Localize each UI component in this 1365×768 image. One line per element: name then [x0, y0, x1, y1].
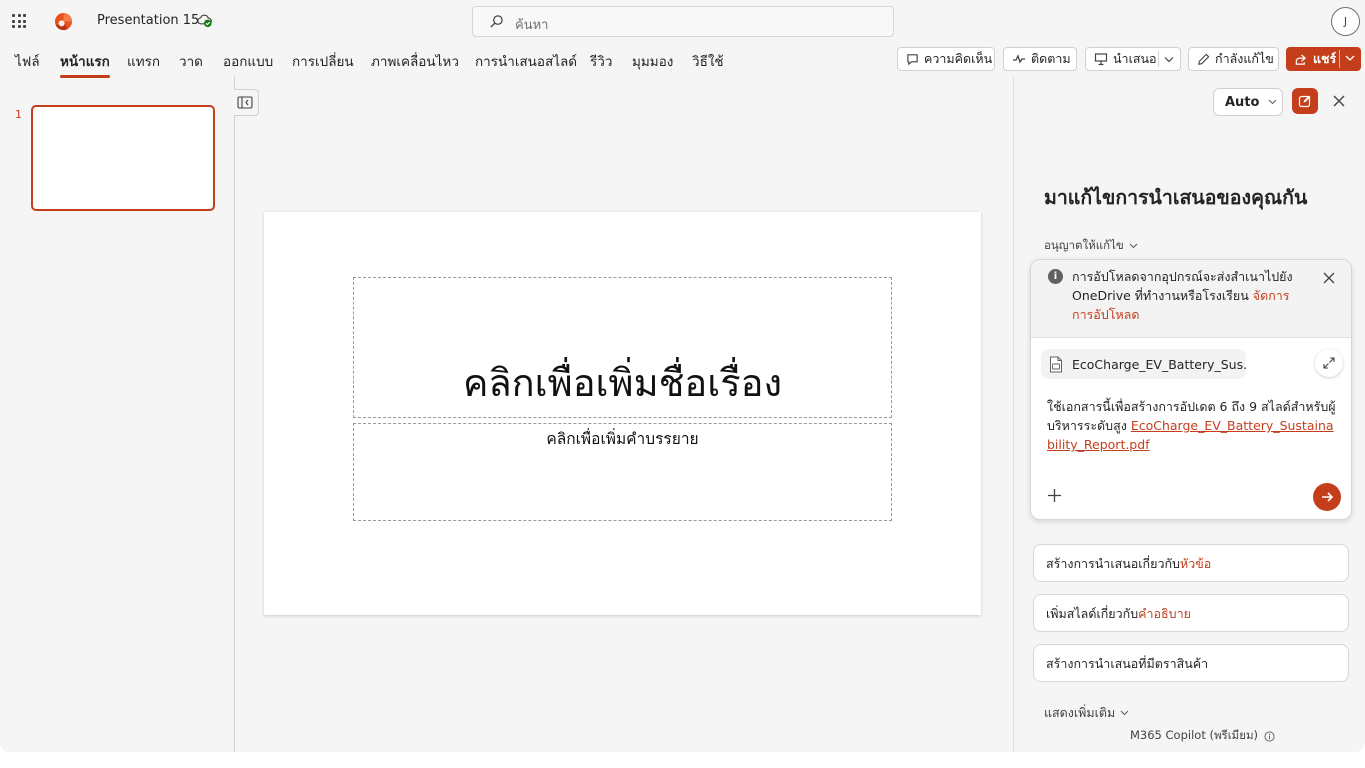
share-button[interactable]: แชร์: [1286, 47, 1361, 71]
show-more-button[interactable]: แสดงเพิ่มเติม: [1044, 703, 1129, 723]
tab-review[interactable]: รีวิว: [590, 50, 612, 72]
suggestion-text: เพิ่มสไลด์เกี่ยวกับ: [1046, 606, 1139, 621]
chevron-down-icon[interactable]: [1344, 51, 1356, 65]
ribbon: ไฟล์ หน้าแรก แทรก วาด ออกแบบ การเปลี่ยน …: [0, 42, 1365, 78]
footer-label: M365 Copilot (พรีเมียม): [1130, 728, 1259, 742]
mode-label: Auto: [1225, 94, 1260, 110]
info-circle-icon[interactable]: [1264, 730, 1275, 742]
expand-icon: [1323, 357, 1335, 369]
slide-canvas[interactable]: คลิกเพื่อเพิ่มชื่อเรื่อง คลิกเพื่อเพิ่มค…: [264, 212, 981, 615]
info-icon: i: [1048, 269, 1063, 284]
subtitle-placeholder[interactable]: คลิกเพื่อเพิ่มคำบรรยาย: [353, 423, 892, 521]
chat-composer: i การอัปโหลดจากอุปกรณ์จะส่งสำเนาไปยัง On…: [1030, 259, 1352, 520]
tab-transitions[interactable]: การเปลี่ยน: [292, 50, 354, 72]
editing-mode-button[interactable]: กำลังแก้ไข: [1188, 47, 1279, 71]
powerpoint-logo-icon: [54, 12, 73, 31]
notice-text-block: การอัปโหลดจากอุปกรณ์จะส่งสำเนาไปยัง OneD…: [1072, 267, 1308, 324]
chevron-down-icon[interactable]: [1164, 56, 1174, 63]
permission-dropdown[interactable]: อนุญาตให้แก้ไข: [1044, 237, 1138, 255]
copilot-heading: มาแก้ไขการนำเสนอของคุณกัน: [1044, 186, 1308, 209]
suggestion-text: สร้างการนำเสนอเกี่ยวกับ: [1046, 556, 1180, 571]
search-input[interactable]: ค้นหา: [472, 6, 894, 37]
tab-draw[interactable]: วาด: [179, 50, 203, 72]
catchup-label: ติดตาม: [1031, 51, 1071, 66]
copilot-pane: Auto มาแก้ไขการนำเสนอของคุณกัน อนุญาตให้…: [1013, 76, 1365, 752]
search-placeholder: ค้นหา: [515, 18, 549, 33]
tab-help[interactable]: วิธีใช้: [692, 50, 724, 72]
share-label: แชร์: [1313, 51, 1337, 66]
chevron-down-icon: [1120, 710, 1129, 716]
pencil-icon: [1198, 53, 1210, 65]
arrow-right-icon: [1322, 492, 1334, 502]
upload-notice: i การอัปโหลดจากอุปกรณ์จะส่งสำเนาไปยัง On…: [1031, 260, 1351, 338]
slide-thumbnail[interactable]: [31, 105, 215, 211]
cloud-saved-icon[interactable]: [196, 13, 213, 28]
present-icon: [1094, 53, 1108, 66]
tab-home[interactable]: หน้าแรก: [60, 50, 110, 78]
copilot-footer: M365 Copilot (พรีเมียม): [1130, 727, 1275, 745]
tab-view[interactable]: มุมมอง: [632, 50, 673, 72]
avatar[interactable]: J: [1331, 7, 1360, 36]
tab-insert[interactable]: แทรก: [127, 50, 160, 72]
share-icon: [1295, 53, 1307, 65]
comment-icon: [907, 53, 918, 65]
slide-number: 1: [15, 108, 22, 121]
activity-icon: [1013, 54, 1025, 64]
tab-file[interactable]: ไฟล์: [15, 50, 40, 72]
file-chip-name: EcoCharge_EV_Battery_Sus...: [1072, 356, 1246, 372]
chevron-down-icon: [1129, 243, 1138, 249]
attached-file-chip[interactable]: EcoCharge_EV_Battery_Sus...: [1041, 349, 1246, 379]
tab-slideshow[interactable]: การนำเสนอสไลด์: [475, 50, 577, 72]
slide-thumbnail-pane: 1: [0, 76, 234, 752]
send-button[interactable]: [1313, 483, 1341, 511]
panel-collapse-icon: [237, 96, 253, 109]
comments-button[interactable]: ความคิดเห็น: [897, 47, 995, 71]
suggestion-add-slide[interactable]: เพิ่มสไลด์เกี่ยวกับคำอธิบาย: [1033, 594, 1349, 632]
pdf-file-icon: [1050, 356, 1062, 372]
suggestion-branded-presentation[interactable]: สร้างการนำเสนอที่มีตราสินค้า: [1033, 644, 1349, 682]
add-attachment-icon[interactable]: [1047, 488, 1062, 503]
catchup-button[interactable]: ติดตาม: [1003, 47, 1077, 71]
suggestion-highlight: หัวข้อ: [1179, 556, 1212, 571]
subtitle-placeholder-text: คลิกเพื่อเพิ่มคำบรรยาย: [546, 430, 699, 448]
title-placeholder-text: คลิกเพื่อเพิ่มชื่อเรื่อง: [462, 361, 783, 405]
compose-icon: [1298, 95, 1311, 108]
show-more-label: แสดงเพิ่มเติม: [1044, 705, 1116, 720]
app-window: Presentation 15 ค้นหา J ไฟล์ หน้าแรก แทร…: [0, 0, 1365, 752]
editing-label: กำลังแก้ไข: [1215, 51, 1274, 66]
title-placeholder[interactable]: คลิกเพื่อเพิ่มชื่อเรื่อง: [353, 277, 892, 418]
collapse-thumbnails-button[interactable]: [234, 89, 259, 116]
suggestion-create-about-topic[interactable]: สร้างการนำเสนอเกี่ยวกับหัวข้อ: [1033, 544, 1349, 582]
permission-label: อนุญาตให้แก้ไข: [1044, 238, 1124, 252]
mode-dropdown[interactable]: Auto: [1213, 88, 1283, 116]
comments-label: ความคิดเห็น: [924, 51, 993, 66]
close-icon[interactable]: [1332, 94, 1346, 108]
close-icon[interactable]: [1323, 272, 1335, 284]
new-chat-button[interactable]: [1292, 88, 1318, 114]
chevron-down-icon: [1269, 99, 1277, 105]
tab-animations[interactable]: ภาพเคลื่อนไหว: [371, 50, 459, 72]
present-button[interactable]: นำเสนอ: [1085, 47, 1181, 71]
suggestion-text: สร้างการนำเสนอที่มีตราสินค้า: [1046, 656, 1209, 671]
title-bar: Presentation 15 ค้นหา J: [0, 0, 1365, 42]
app-launcher-icon[interactable]: [12, 14, 26, 28]
document-title[interactable]: Presentation 15: [97, 13, 199, 28]
expand-composer-button[interactable]: [1315, 349, 1343, 377]
prompt-input[interactable]: ใช้เอกสารนี้เพื่อสร้างการอัปเดต 6 ถึง 9 …: [1047, 397, 1337, 454]
tab-design[interactable]: ออกแบบ: [223, 50, 273, 72]
suggestion-highlight: คำอธิบาย: [1138, 606, 1191, 621]
pane-divider: [234, 76, 235, 752]
search-icon: [490, 15, 503, 28]
present-label: นำเสนอ: [1113, 51, 1157, 66]
